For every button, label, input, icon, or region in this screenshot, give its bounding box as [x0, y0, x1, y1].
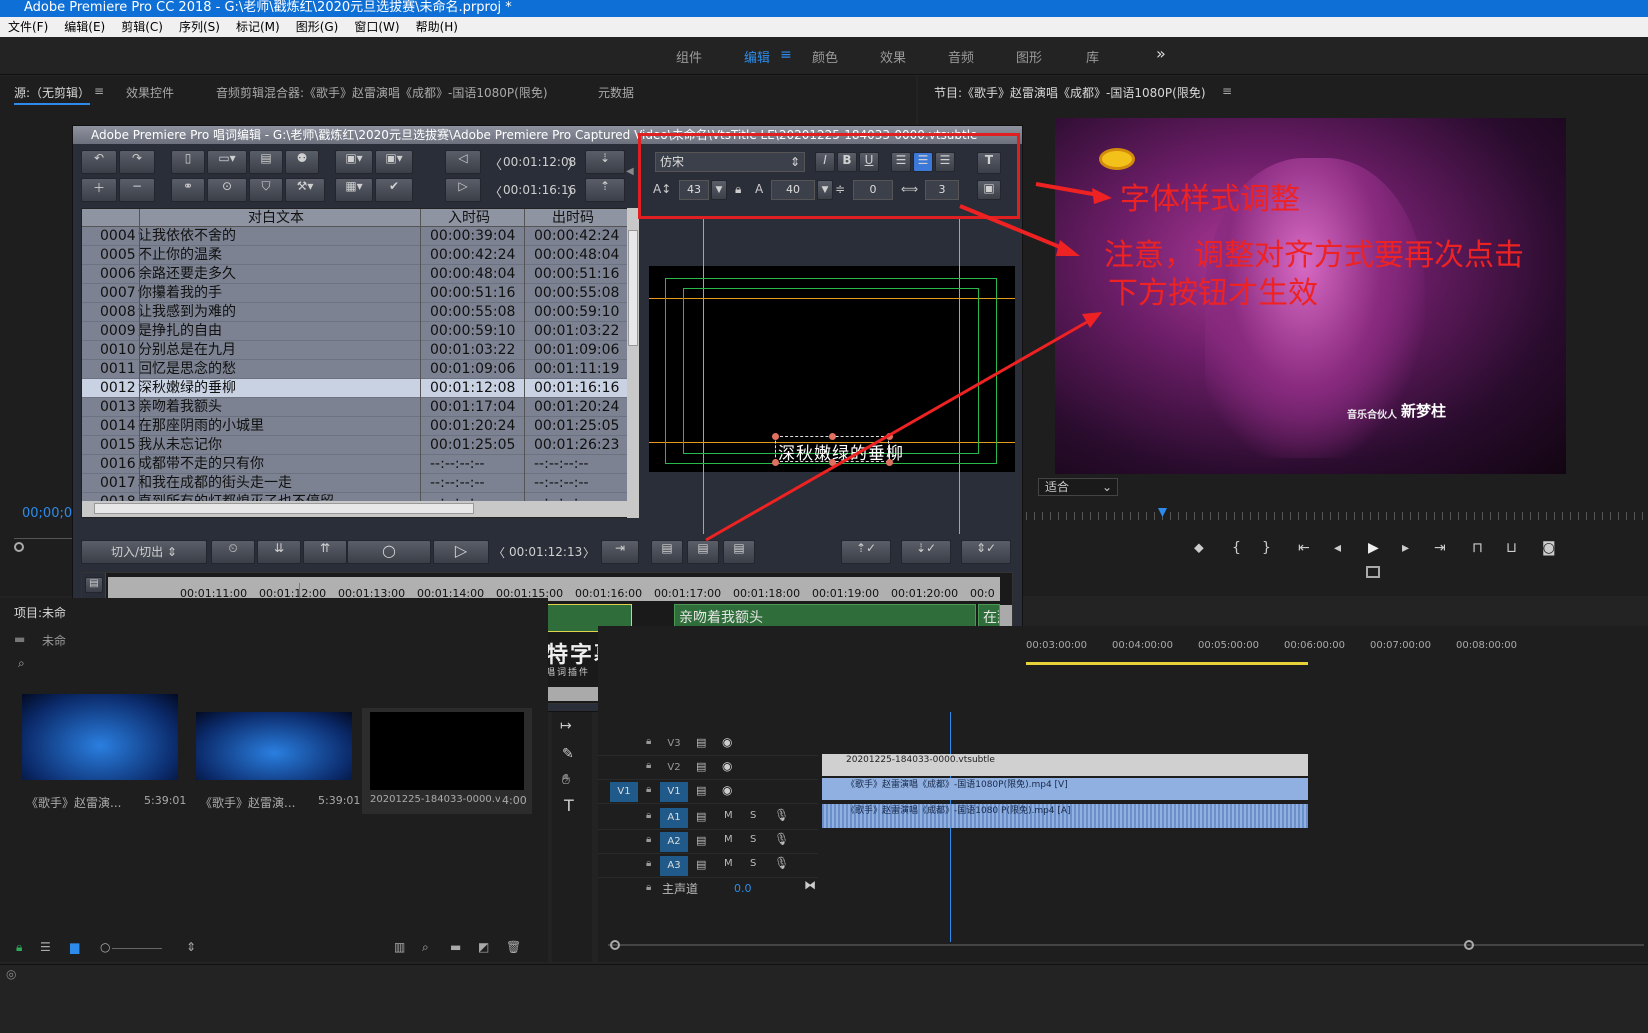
track-target-a3[interactable]: A3: [660, 856, 688, 876]
track-sync-icon[interactable]: ▤: [696, 810, 706, 823]
track-lock-icon[interactable]: 🔒︎: [646, 834, 651, 845]
track-sync-icon[interactable]: ▤: [696, 784, 706, 797]
project-item-1-duration: 5:39:01: [144, 794, 187, 807]
timeline-ruler-label: 00:05:00:00: [1198, 640, 1260, 651]
mute-button[interactable]: M: [724, 858, 733, 869]
project-tab[interactable]: 项目:未命: [14, 604, 66, 621]
master-volume-value[interactable]: 0.0: [734, 882, 752, 895]
project-folder-name: 未命: [42, 634, 67, 648]
project-item-2-name[interactable]: 《歌手》赵雷演...: [200, 794, 295, 811]
track-lock-icon[interactable]: 🔒︎: [646, 760, 651, 771]
project-item-1-name[interactable]: 《歌手》赵雷演...: [26, 794, 121, 811]
trash-icon[interactable]: 🗑︎: [506, 940, 521, 954]
track-lock-icon[interactable]: 🔒︎: [646, 810, 651, 821]
status-bar: ◎: [0, 964, 1648, 984]
timeline-ruler-label: 00:04:00:00: [1112, 640, 1174, 651]
timeline-ruler-label: 00:08:00:00: [1456, 640, 1518, 651]
track-target-a1[interactable]: A1: [660, 808, 688, 828]
track-lock-icon[interactable]: 🔒︎: [646, 784, 651, 795]
timeline-panel: 00:03:00:00 00:04:00:00 00:05:00:00 00:06:0…: [598, 626, 1648, 962]
automate-icon[interactable]: ▥: [394, 940, 405, 954]
microphone-icon[interactable]: 🎙︎: [774, 808, 789, 822]
search-icon[interactable]: ⌕: [18, 656, 25, 671]
new-bin-icon[interactable]: ▬: [450, 940, 461, 954]
annotation-align-note-2: 下方按钮才生效: [1108, 276, 1318, 311]
track-sync-icon[interactable]: ▤: [696, 858, 706, 871]
track-target-a2[interactable]: A2: [660, 832, 688, 852]
project-item-3-duration: 4:00: [502, 794, 527, 807]
mute-button[interactable]: M: [724, 834, 733, 845]
timeline-ruler-label: 00:07:00:00: [1370, 640, 1432, 651]
clip-a1-label: 《歌手》赵雷演唱《成都》-国语1080 P(限免).mp4 [A]: [846, 806, 1071, 816]
microphone-icon[interactable]: 🎙︎: [774, 856, 789, 870]
track-sync-icon[interactable]: ▤: [696, 760, 706, 773]
project-panel: 项目:未命 ▬ 未命 ⌕ 《歌手》赵雷演... 5:39:01 《歌手》赵雷演.…: [0, 598, 548, 962]
list-view-icon[interactable]: ☰: [40, 940, 51, 954]
track-target-v1[interactable]: V1: [660, 782, 688, 802]
microphone-icon[interactable]: 🎙︎: [774, 832, 789, 846]
pen-tool-icon[interactable]: ✎: [562, 746, 574, 762]
timeline-ruler-label: 00:06:00:00: [1284, 640, 1346, 651]
annotation-font-style: 字体样式调整: [1120, 182, 1300, 217]
zoom-slider-handle[interactable]: ○: [100, 940, 110, 954]
track-target-v3[interactable]: V3: [660, 734, 688, 754]
clip-v2-label: 20201225-184033-0000.vtsubtle: [846, 755, 995, 765]
solo-button[interactable]: S: [750, 858, 756, 869]
timeline-h-scrollbar-main[interactable]: [608, 944, 1644, 946]
search-icon[interactable]: ⌕: [422, 940, 429, 955]
tools-panel: ↦ ✎ ✋︎ T: [552, 712, 592, 962]
status-icon: ◎: [6, 967, 17, 981]
icon-view-icon[interactable]: ▆: [70, 940, 79, 954]
mute-button[interactable]: M: [724, 810, 733, 821]
track-lock-icon[interactable]: 🔒︎: [646, 736, 651, 747]
hand-tool-icon[interactable]: ✋︎: [562, 772, 570, 788]
new-item-icon[interactable]: ◩: [478, 940, 489, 954]
sort-icon[interactable]: ⇕: [186, 940, 196, 954]
timeline-ruler-label: 00:03:00:00: [1026, 640, 1088, 651]
track-lock-icon[interactable]: 🔒︎: [646, 858, 651, 869]
type-tool-icon[interactable]: T: [564, 796, 574, 815]
project-footer-tools: 🔒︎ ☰ ▆ ○ ⇕ ▥ ⌕ ▬ ◩ 🗑︎: [14, 940, 534, 956]
clip-v1-video[interactable]: 《歌手》赵雷演唱《成都》-国语1080P(限免).mp4 [V]: [822, 778, 1308, 800]
project-thumb-1[interactable]: [22, 694, 178, 780]
clip-v1-label: 《歌手》赵雷演唱《成都》-国语1080P(限免).mp4 [V]: [846, 780, 1068, 790]
eye-icon[interactable]: ◉: [722, 783, 732, 797]
clip-a1-audio[interactable]: 《歌手》赵雷演唱《成都》-国语1080 P(限免).mp4 [A]: [822, 804, 1308, 828]
timeline-scroll-start-handle[interactable]: [610, 940, 620, 950]
timeline-scroll-end-handle[interactable]: [1464, 940, 1474, 950]
solo-button[interactable]: S: [750, 834, 756, 845]
track-target-v2[interactable]: V2: [660, 758, 688, 778]
solo-button[interactable]: S: [750, 810, 756, 821]
project-item-2-duration: 5:39:01: [318, 794, 361, 807]
master-lock-icon[interactable]: 🔒︎: [646, 882, 651, 893]
slip-tool-icon[interactable]: ↦: [560, 718, 572, 734]
clip-v2-subtitle[interactable]: 20201225-184033-0000.vtsubtle: [822, 754, 1308, 776]
project-item-3-name[interactable]: 20201225-184033-0000.vt...: [370, 794, 500, 805]
eye-icon[interactable]: ◉: [722, 759, 732, 773]
track-sync-icon[interactable]: ▤: [696, 834, 706, 847]
work-area-bar[interactable]: [1026, 662, 1308, 665]
track-sync-icon[interactable]: ▤: [696, 736, 706, 749]
project-thumb-2[interactable]: [196, 712, 352, 780]
source-patch-v1[interactable]: V1: [610, 782, 638, 802]
timeline-ruler-main[interactable]: 00:03:00:00 00:04:00:00 00:05:00:00 00:06:0…: [1026, 638, 1646, 658]
lock-icon[interactable]: 🔒︎: [16, 940, 22, 955]
folder-icon: ▬: [14, 632, 26, 646]
master-end-icon[interactable]: ⧓: [804, 878, 816, 892]
eye-icon[interactable]: ◉: [722, 735, 732, 749]
master-track-label: 主声道: [662, 882, 699, 896]
